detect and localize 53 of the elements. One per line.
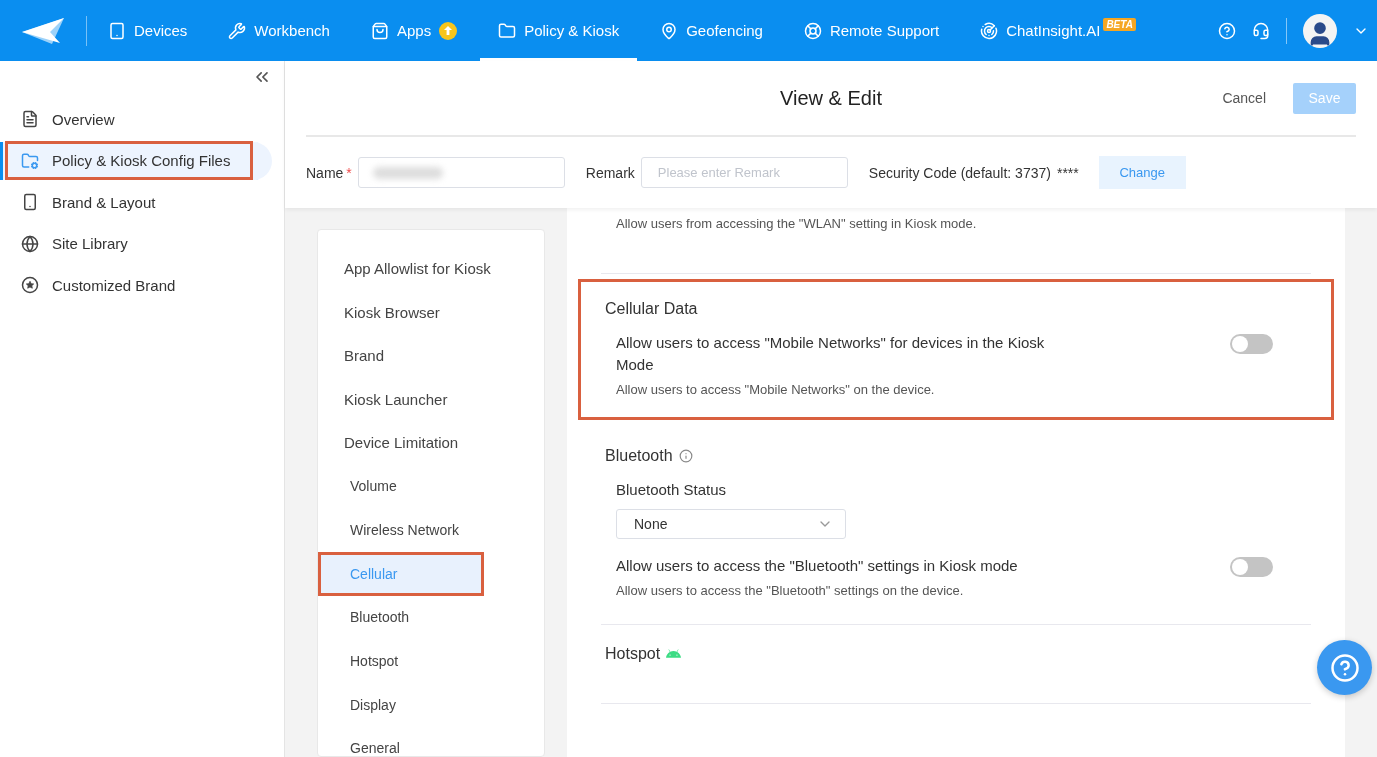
name-label: Name * — [306, 164, 352, 181]
setting-description: Allow users from accessing the "WLAN" setting in Kiosk mode. — [616, 216, 977, 231]
remark-field[interactable]: Please enter Remark — [640, 157, 848, 188]
subnav-item[interactable]: Volume — [318, 464, 544, 509]
beta-badge: BETA — [1103, 18, 1136, 31]
setting-label: Allow users to access the "Bluetooth" settings in Kiosk mode — [616, 556, 1018, 576]
setting-description: Allow users to access the "Bluetooth" settings on the device. — [616, 583, 965, 598]
subnav-item[interactable]: App Allowlist for Kiosk — [318, 247, 544, 291]
sidebar-item[interactable]: Brand & Layout — [0, 183, 272, 221]
sidebar-item[interactable]: Site Library — [0, 224, 272, 263]
headset-icon[interactable] — [1252, 21, 1270, 40]
setting-description: Allow users to access "Mobile Networks" on the device. — [616, 382, 936, 397]
setting-label: Bluetooth Status — [616, 480, 727, 500]
bag-icon — [370, 21, 389, 40]
toggle-switch[interactable] — [1230, 334, 1273, 354]
security-code-label: Security Code (default: 3737) — [868, 164, 1051, 181]
subnav-item[interactable]: Device Limitation — [318, 421, 544, 465]
subnav-item[interactable]: Bluetooth — [318, 595, 544, 640]
section-title: Hotspot — [605, 645, 661, 663]
globe-icon — [21, 234, 39, 253]
paper-plane-logo[interactable] — [20, 15, 66, 46]
star-circle-icon — [21, 276, 39, 294]
help-icon[interactable] — [1218, 21, 1236, 40]
toggle-switch[interactable] — [1230, 557, 1273, 577]
sidebar-item[interactable]: Overview — [0, 100, 272, 138]
name-field[interactable] — [357, 157, 565, 188]
subnav-item[interactable]: Kiosk Browser — [318, 290, 544, 334]
section-title: Bluetooth — [605, 447, 673, 465]
folder-icon — [498, 21, 517, 40]
avatar[interactable] — [1303, 13, 1337, 48]
setting-label: Allow users to access "Mobile Networks" for devices in the Kiosk Mode — [616, 333, 1046, 375]
subnav-item[interactable]: Kiosk Launcher — [318, 377, 544, 421]
sidebar-item[interactable]: Policy & Kiosk Config Files — [0, 141, 272, 180]
sidebar-item[interactable]: Customized Brand — [0, 266, 272, 304]
help-icon — [1329, 652, 1360, 683]
tools-icon — [228, 21, 247, 40]
lifebuoy-icon — [803, 21, 822, 40]
document-icon — [21, 110, 39, 128]
page-title: View & Edit — [780, 86, 882, 110]
security-code-mask: **** — [1056, 164, 1079, 181]
remark-label: Remark — [585, 164, 635, 181]
tablet-icon — [108, 21, 126, 40]
subnav-item[interactable]: Display — [318, 682, 544, 727]
radar-icon — [980, 21, 999, 40]
section-title: Cellular Data — [605, 300, 698, 318]
status-dropdown[interactable]: None — [616, 509, 846, 539]
subnav-item[interactable]: Hotspot — [318, 639, 544, 683]
cancel-button[interactable]: Cancel — [1216, 89, 1272, 107]
folder-gear-icon — [21, 151, 39, 170]
subnav-item[interactable]: Brand — [318, 334, 544, 378]
subnav-item[interactable]: Wireless Network — [318, 508, 544, 552]
subnav-item[interactable]: General — [318, 726, 544, 757]
map-pin-icon — [660, 21, 679, 40]
